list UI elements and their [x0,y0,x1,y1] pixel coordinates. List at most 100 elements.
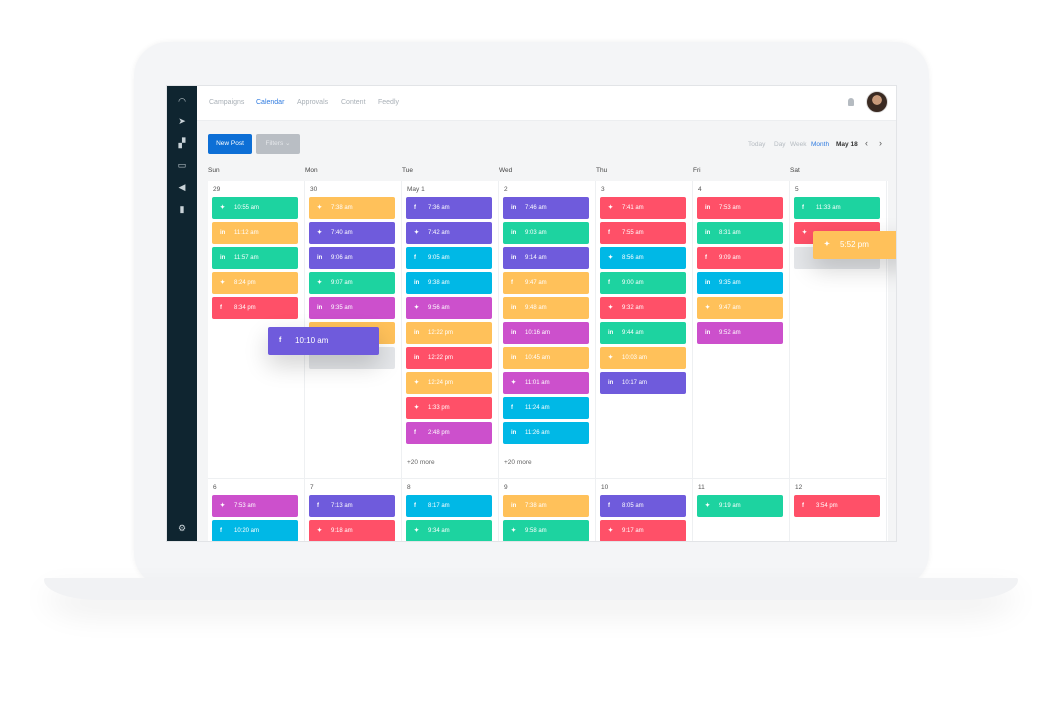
tab-approvals[interactable]: Approvals [297,99,328,106]
day-view-button[interactable]: Day [774,141,786,148]
avatar[interactable] [866,91,888,113]
prev-button[interactable]: ‹ [865,138,868,148]
scheduled-post[interactable]: ✦ 1:33 pm [406,397,492,419]
calendar-day[interactable]: 8 f 8:17 am ✦ 9:34 am [402,479,499,541]
scheduled-post[interactable]: f 9:09 am [697,247,783,269]
dragging-post[interactable]: f 10:10 am [268,327,379,355]
send-icon[interactable]: ➤ [176,116,188,126]
scheduled-post[interactable]: ✦ 9:18 am [309,520,395,541]
scheduled-post[interactable]: f 7:36 am [406,197,492,219]
calendar-day[interactable]: 12 f 3:54 pm [790,479,887,541]
scheduled-post[interactable]: ✦ 9:34 am [406,520,492,541]
scheduled-post[interactable]: in 8:31 am [697,222,783,244]
scheduled-post[interactable]: in 9:44 am [600,322,686,344]
linkedin-icon: in [511,503,517,509]
scheduled-post[interactable]: in 7:46 am [503,197,589,219]
scheduled-post[interactable]: ✦ 9:32 am [600,297,686,319]
scheduled-post[interactable]: in 10:45 am [503,347,589,369]
scheduled-post[interactable]: in 9:35 am [697,272,783,294]
scheduled-post[interactable]: ✦ 8:56 am [600,247,686,269]
calendar-day[interactable]: 3 ✦ 7:41 am f 7:55 am ✦ 8:56 am f 9:00 am ✦ 9:32 a… [596,181,693,479]
tab-feedly[interactable]: Feedly [378,99,399,106]
scheduled-post[interactable]: in 11:12 am [212,222,298,244]
calendar-day[interactable]: May 1 f 7:36 am ✦ 7:42 am f 9:05 am in 9:38 am ✦ 9… [402,181,499,479]
linkedin-icon: in [511,330,517,336]
scheduled-post[interactable]: ✦ 9:19 am [697,495,783,517]
megaphone-icon[interactable]: ◀ [176,182,188,192]
scheduled-post[interactable]: ✦ 7:40 am [309,222,395,244]
scheduled-post[interactable]: in 11:26 am [503,422,589,444]
today-button[interactable]: Today [748,141,765,148]
scheduled-post[interactable]: ✦ 9:17 am [600,520,686,541]
scheduled-post[interactable]: ✦ 11:01 am [503,372,589,394]
calendar-day[interactable]: 6 ✦ 7:53 am f 10:20 am [208,479,305,541]
facebook-icon: f [802,503,804,509]
scheduled-post[interactable]: ✦ 12:24 pm [406,372,492,394]
scheduled-post[interactable]: f 9:05 am [406,247,492,269]
gear-icon[interactable]: ⚙ [176,523,188,533]
scheduled-post[interactable]: f 7:13 am [309,495,395,517]
inbox-icon[interactable]: ▭ [176,160,188,170]
more-posts-link[interactable]: +20 more [407,459,435,466]
scheduled-post[interactable]: f 8:17 am [406,495,492,517]
scheduled-post[interactable]: in 9:52 am [697,322,783,344]
calendar-day[interactable]: 10 f 8:05 am ✦ 9:17 am [596,479,693,541]
scheduled-post[interactable]: f 3:54 pm [794,495,880,517]
dashboard-icon[interactable]: ◠ [176,96,188,106]
scheduled-post[interactable]: in 7:38 am [503,495,589,517]
week-view-button[interactable]: Week [790,141,807,148]
scheduled-post[interactable]: f 2:48 pm [406,422,492,444]
scheduled-post[interactable]: ✦ 9:07 am [309,272,395,294]
scheduled-post[interactable]: f 11:33 am [794,197,880,219]
scheduled-post[interactable]: ✦ 7:42 am [406,222,492,244]
scheduled-post[interactable]: f 9:47 am [503,272,589,294]
scheduled-post[interactable]: f 7:55 am [600,222,686,244]
scheduled-post[interactable]: in 9:06 am [309,247,395,269]
scheduled-post[interactable]: in 7:53 am [697,197,783,219]
calendar-day[interactable]: 11 ✦ 9:19 am [693,479,790,541]
next-button[interactable]: › [879,138,882,148]
post-time: 12:24 pm [428,380,454,386]
calendar-day[interactable]: 7 f 7:13 am ✦ 9:18 am [305,479,402,541]
scheduled-post[interactable]: in 10:16 am [503,322,589,344]
scheduled-post[interactable]: ✦ 7:41 am [600,197,686,219]
scheduled-post[interactable]: f 8:34 pm [212,297,298,319]
scheduled-post[interactable]: f 10:20 am [212,520,298,541]
messages-icon[interactable]: ▞ [176,138,188,148]
scheduled-post[interactable]: ✦ 7:38 am [309,197,395,219]
scheduled-post[interactable]: ✦ 9:58 am [503,520,589,541]
scheduled-post[interactable]: f 9:00 am [600,272,686,294]
month-view-button[interactable]: Month [811,141,829,148]
scheduled-post[interactable]: ✦ 7:53 am [212,495,298,517]
scheduled-post[interactable]: ✦ 10:03 am [600,347,686,369]
filters-button[interactable]: Filters ⌄ [256,134,300,154]
calendar-day[interactable]: 4 in 7:53 am in 8:31 am f 9:09 am in 9:35 am ✦ 9:4… [693,181,790,479]
tab-content[interactable]: Content [341,99,366,106]
scheduled-post[interactable]: in 9:35 am [309,297,395,319]
dragging-post[interactable]: ✦ 5:52 pm [813,231,896,259]
scheduled-post[interactable]: in 9:38 am [406,272,492,294]
calendar-day[interactable]: 9 in 7:38 am ✦ 9:58 am [499,479,596,541]
scheduled-post[interactable]: ✦ 10:55 am [212,197,298,219]
scheduled-post[interactable]: in 10:17 am [600,372,686,394]
scheduled-post[interactable]: in 12:22 pm [406,347,492,369]
day-header: Sat [790,167,800,174]
calendar-day[interactable]: 5 f 11:33 am ✦ [790,181,887,479]
scheduled-post[interactable]: in 9:03 am [503,222,589,244]
scheduled-post[interactable]: ✦ 8:24 pm [212,272,298,294]
new-post-button[interactable]: New Post [208,134,252,154]
tab-calendar[interactable]: Calendar [256,99,284,106]
tab-campaigns[interactable]: Campaigns [209,99,244,106]
more-posts-link[interactable]: +20 more [504,459,532,466]
scheduled-post[interactable]: ✦ 9:47 am [697,297,783,319]
scheduled-post[interactable]: in 12:22 pm [406,322,492,344]
scheduled-post[interactable]: f 11:24 am [503,397,589,419]
scheduled-post[interactable]: in 9:48 am [503,297,589,319]
scheduled-post[interactable]: in 9:14 am [503,247,589,269]
analytics-icon[interactable]: ▮ [176,204,188,214]
notification-icon[interactable] [848,98,854,106]
calendar-day[interactable]: 2 in 7:46 am in 9:03 am in 9:14 am f 9:47 am in 9:… [499,181,596,479]
scheduled-post[interactable]: ✦ 9:56 am [406,297,492,319]
scheduled-post[interactable]: in 11:57 am [212,247,298,269]
scheduled-post[interactable]: f 8:05 am [600,495,686,517]
